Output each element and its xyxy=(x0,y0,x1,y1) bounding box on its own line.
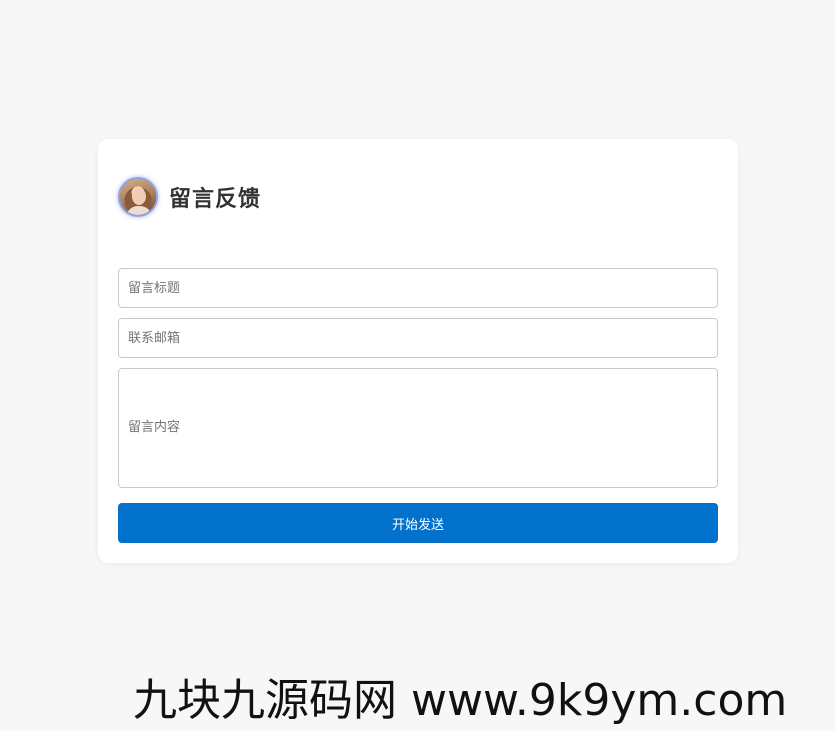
page-title: 留言反馈 xyxy=(169,187,262,212)
contact-email-input[interactable] xyxy=(118,318,718,358)
avatar-face xyxy=(132,188,146,205)
card-header: 留言反馈 xyxy=(118,177,261,217)
watermark-text: 九块九源码网 www.9k9ym.com xyxy=(133,675,788,726)
send-button[interactable]: 开始发送 xyxy=(118,503,718,543)
page: 留言反馈 开始发送 九块九源码网 www.9k9ym.com xyxy=(0,0,835,731)
feedback-card: 留言反馈 开始发送 xyxy=(98,139,738,563)
message-title-input[interactable] xyxy=(118,268,718,308)
message-content-textarea[interactable] xyxy=(118,368,718,488)
avatar xyxy=(118,177,158,217)
avatar-shirt xyxy=(126,206,152,215)
